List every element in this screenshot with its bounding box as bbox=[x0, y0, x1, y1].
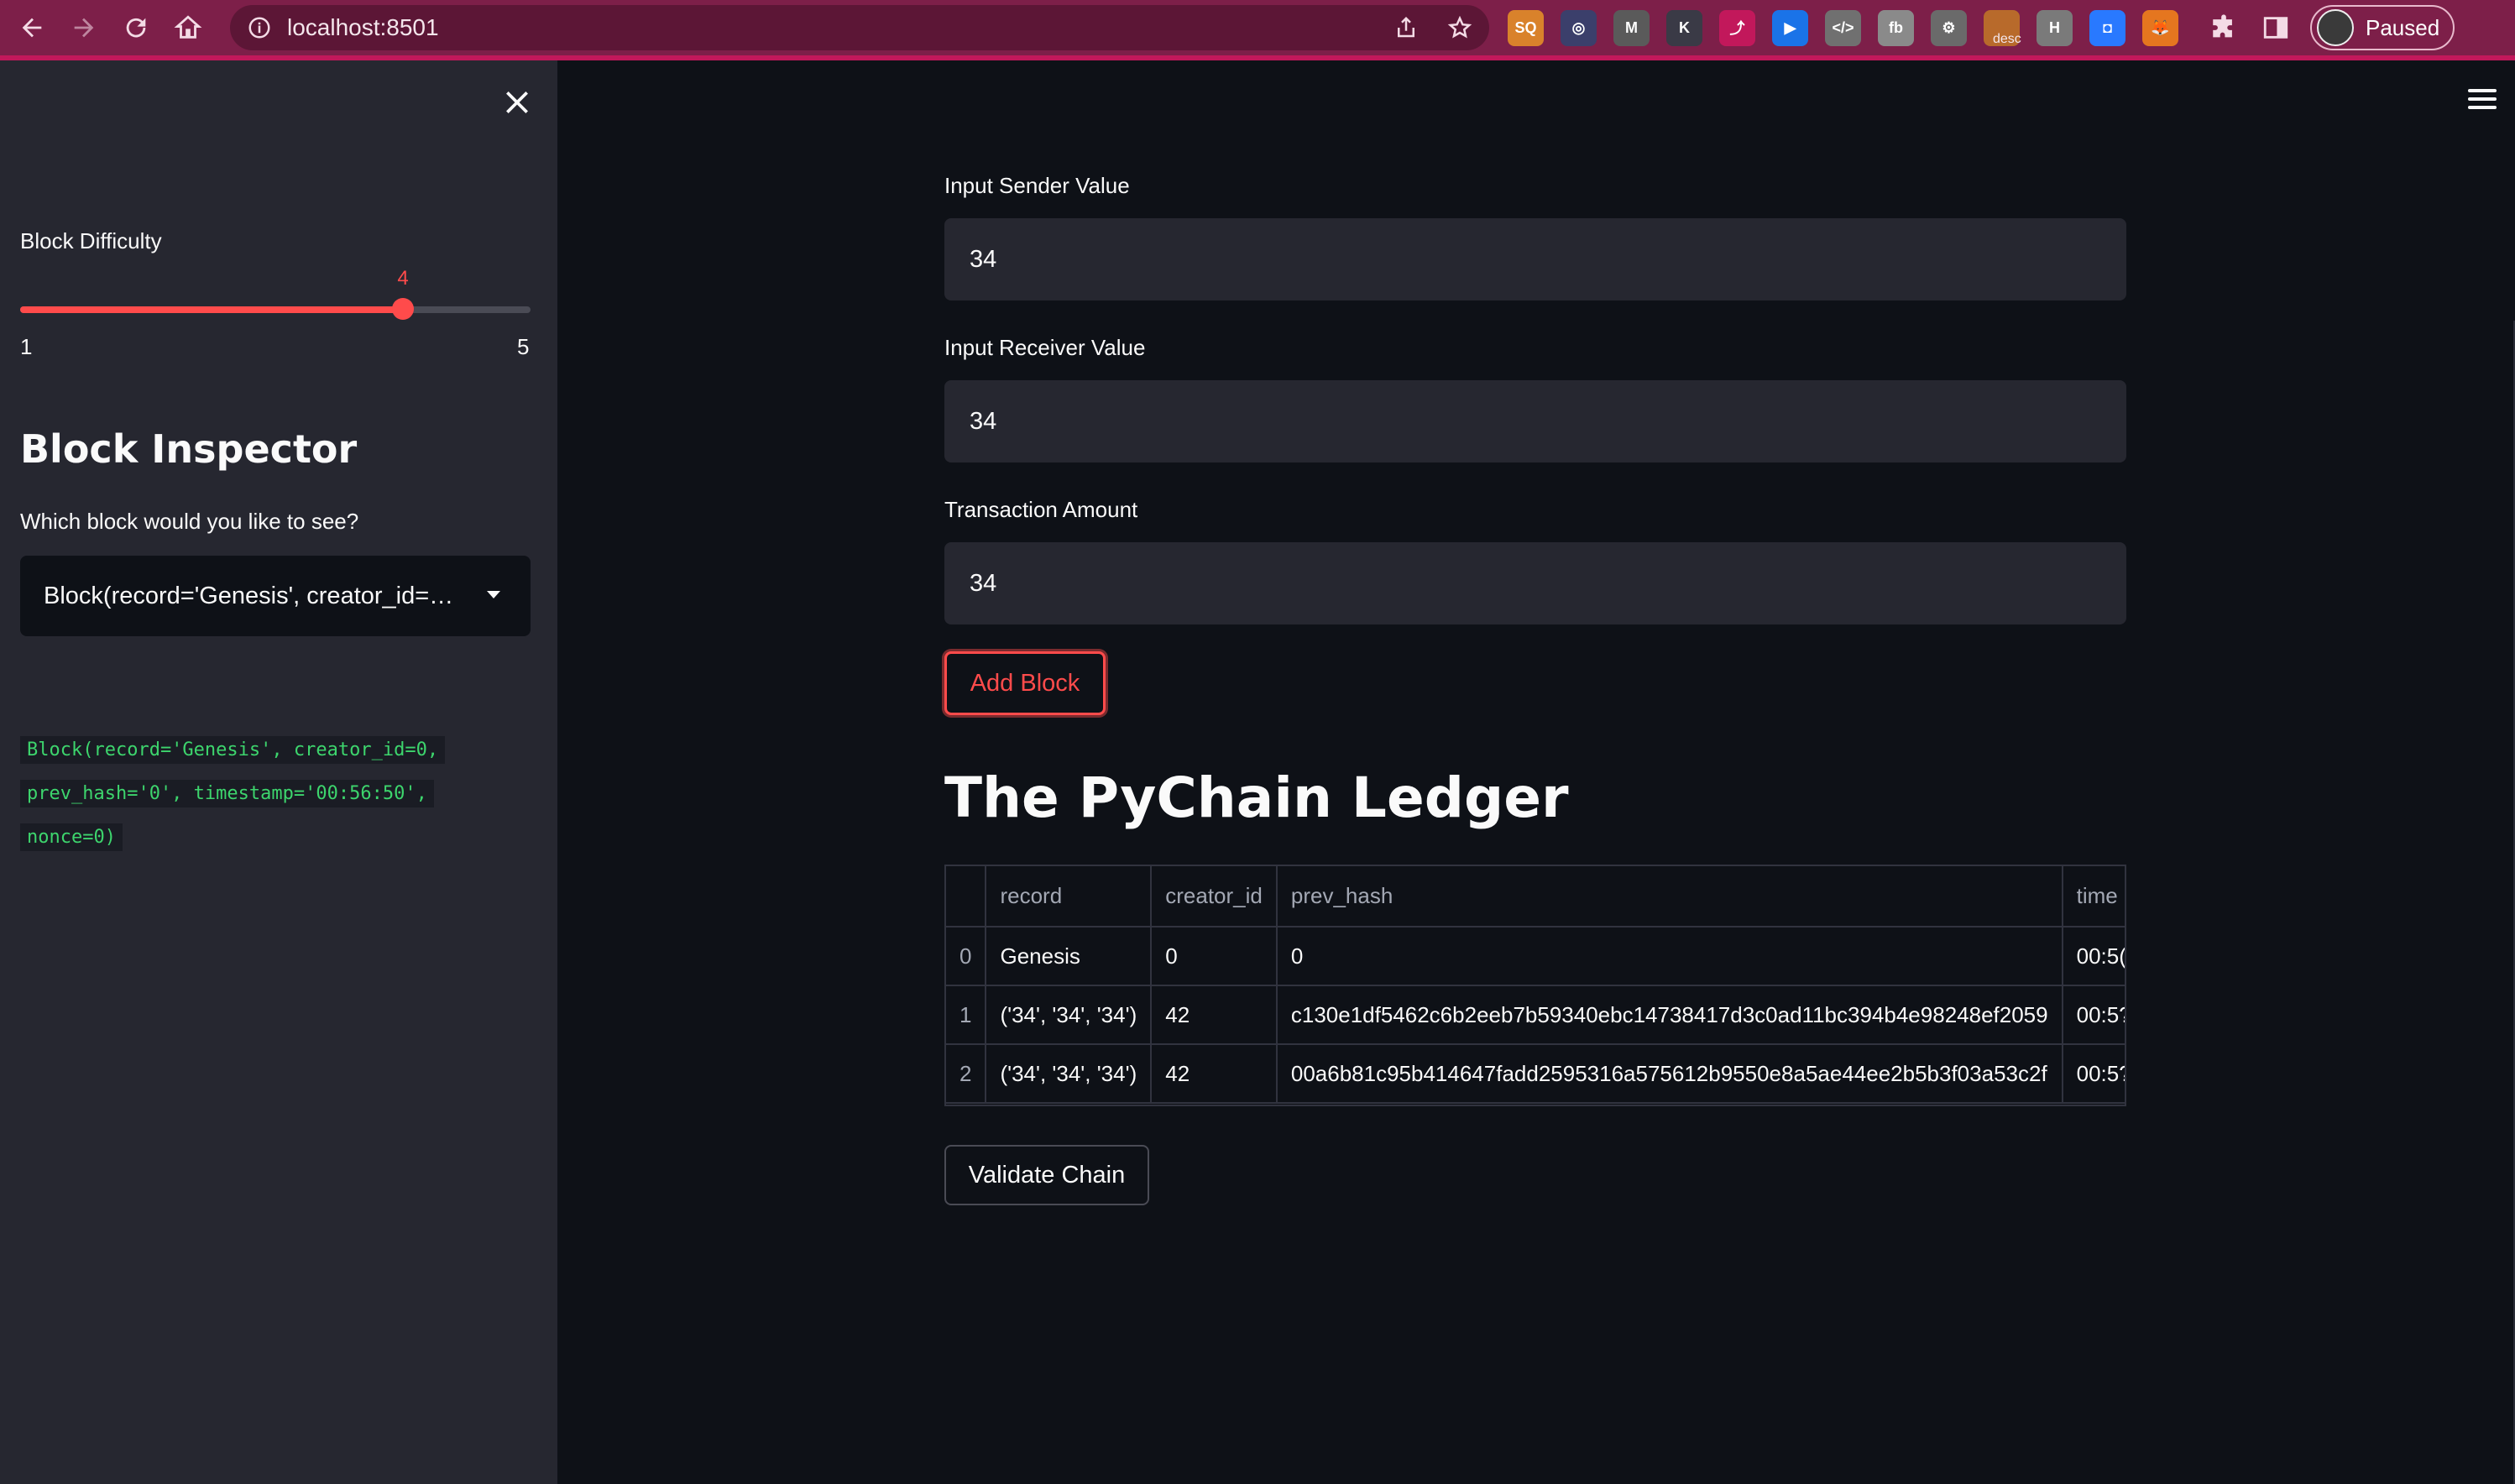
reload-icon bbox=[126, 18, 146, 38]
block-code-output: Block(record='Genesis', creator_id=0, pr… bbox=[20, 729, 524, 860]
block-select-value: Block(record='Genesis', creator_id=… bbox=[44, 582, 454, 609]
cell-prev-hash[interactable]: c130e1df5462c6b2eeb7b59340ebc14738417d3c… bbox=[1276, 985, 2063, 1045]
cell-creator-id[interactable]: 0 bbox=[1151, 927, 1278, 986]
code-line: nonce=0) bbox=[20, 823, 123, 851]
receiver-input-value: 34 bbox=[970, 407, 997, 435]
column-header-record[interactable]: record bbox=[986, 866, 1153, 928]
difficulty-slider-track[interactable] bbox=[20, 306, 531, 313]
cell-creator-id[interactable]: 42 bbox=[1151, 985, 1278, 1045]
amount-input-value: 34 bbox=[970, 569, 997, 597]
column-header-timestamp[interactable]: time bbox=[2062, 866, 2125, 928]
arrow-left-icon bbox=[22, 18, 42, 38]
validate-chain-button[interactable]: Validate Chain bbox=[944, 1145, 1149, 1205]
cell-prev-hash[interactable]: 00a6b81c95b414647fadd2595316a575612b9550… bbox=[1276, 1044, 2063, 1104]
ext-circle-icon[interactable]: ◎ bbox=[1561, 9, 1597, 46]
extension-badge-text: desc bbox=[1993, 32, 2021, 46]
amount-input[interactable]: 34 bbox=[944, 542, 2126, 624]
amount-label: Transaction Amount bbox=[944, 497, 1138, 522]
cell-timestamp[interactable]: 00:5( bbox=[2062, 927, 2125, 986]
select-label: Which block would you like to see? bbox=[20, 509, 359, 534]
ext-video-icon[interactable]: ▶ bbox=[1772, 9, 1808, 46]
row-index: 2 bbox=[946, 1044, 987, 1104]
cell-creator-id[interactable]: 42 bbox=[1151, 1044, 1278, 1104]
cell-record[interactable]: Genesis bbox=[986, 927, 1153, 986]
code-line: Block(record='Genesis', creator_id=0, bbox=[20, 736, 446, 764]
table-header-row: record creator_id prev_hash time bbox=[946, 866, 2125, 928]
ext-sq-icon[interactable]: SQ bbox=[1508, 9, 1544, 46]
block-inspector-heading: Block Inspector bbox=[20, 426, 358, 472]
chevron-down-icon[interactable] bbox=[487, 591, 500, 598]
puzzle-icon[interactable] bbox=[2209, 13, 2238, 42]
address-bar[interactable]: localhost:8501 bbox=[230, 5, 1489, 50]
block-select[interactable]: Block(record='Genesis', creator_id=… bbox=[20, 556, 531, 636]
url-text[interactable]: localhost:8501 bbox=[287, 14, 439, 41]
avatar bbox=[2317, 9, 2354, 46]
main-content: Input Sender Value 34 Input Receiver Val… bbox=[557, 60, 2515, 1484]
cell-timestamp[interactable]: 00:5? bbox=[2062, 985, 2125, 1045]
row-index: 1 bbox=[946, 985, 987, 1045]
ext-paint-icon[interactable]: ⚙ bbox=[1931, 9, 1967, 46]
ext-fb-icon[interactable]: fb bbox=[1878, 9, 1914, 46]
cell-record[interactable]: ('34', '34', '34') bbox=[986, 1044, 1153, 1104]
column-header-index bbox=[946, 866, 987, 928]
sender-input[interactable]: 34 bbox=[944, 218, 2126, 300]
star-icon[interactable] bbox=[1447, 15, 1472, 40]
extensions-toolbar: SQ ◎ M K ⤴ ▶ </> fb ⚙ H ◘ 🦊 bbox=[1508, 8, 2178, 47]
arrow-right-icon bbox=[74, 18, 94, 38]
share-icon[interactable] bbox=[1393, 15, 1419, 40]
difficulty-label: Block Difficulty bbox=[20, 228, 162, 253]
receiver-input[interactable]: 34 bbox=[944, 380, 2126, 462]
column-header-creator-id[interactable]: creator_id bbox=[1151, 866, 1278, 928]
slider-thumb[interactable] bbox=[392, 298, 414, 320]
ext-k-icon[interactable]: K bbox=[1666, 9, 1702, 46]
slider-min-label: 1 bbox=[20, 334, 33, 359]
receiver-label: Input Receiver Value bbox=[944, 335, 1146, 360]
ext-hs-icon[interactable]: H bbox=[2037, 9, 2073, 46]
close-icon[interactable] bbox=[500, 86, 534, 119]
ext-fox-icon[interactable]: 🦊 bbox=[2142, 9, 2178, 46]
ledger-table[interactable]: record creator_id prev_hash time 0 Genes… bbox=[944, 865, 2126, 1106]
menu-icon[interactable] bbox=[2468, 89, 2497, 111]
slider-max-label: 5 bbox=[517, 334, 530, 359]
sender-input-value: 34 bbox=[970, 245, 997, 273]
profile-status: Paused bbox=[2366, 14, 2440, 40]
column-header-prev-hash[interactable]: prev_hash bbox=[1276, 866, 2063, 928]
ext-m-icon[interactable]: M bbox=[1613, 9, 1650, 46]
table-row: 2 ('34', '34', '34') 42 00a6b81c95b41464… bbox=[946, 1044, 2125, 1104]
ext-blue-icon[interactable]: ◘ bbox=[2089, 9, 2125, 46]
ledger-title: The PyChain Ledger bbox=[944, 766, 1569, 830]
ext-cast-icon[interactable]: ⤴ bbox=[1719, 9, 1755, 46]
code-line: prev_hash='0', timestamp='00:56:50', bbox=[20, 780, 434, 807]
cell-record[interactable]: ('34', '34', '34') bbox=[986, 985, 1153, 1045]
sidebar: Block Difficulty 4 1 5 Block Inspector W… bbox=[0, 60, 557, 1484]
add-block-button[interactable]: Add Block bbox=[944, 651, 1106, 715]
cell-timestamp[interactable]: 00:5? bbox=[2062, 1044, 2125, 1104]
info-icon[interactable] bbox=[247, 15, 272, 40]
side-panel-icon[interactable] bbox=[2261, 13, 2290, 42]
cell-prev-hash[interactable]: 0 bbox=[1276, 927, 2063, 986]
back-button[interactable] bbox=[12, 8, 52, 48]
forward-button[interactable] bbox=[64, 8, 104, 48]
sender-label: Input Sender Value bbox=[944, 173, 1130, 198]
slider-fill bbox=[20, 306, 403, 313]
row-index: 0 bbox=[946, 927, 987, 986]
table-row: 1 ('34', '34', '34') 42 c130e1df5462c6b2… bbox=[946, 985, 2125, 1045]
browser-toolbar: localhost:8501 SQ ◎ M K ⤴ ▶ </> fb ⚙ H ◘ 🦊 desc Pau… bbox=[0, 0, 2515, 60]
slider-value: 4 bbox=[397, 267, 409, 290]
reload-button[interactable] bbox=[116, 8, 156, 48]
home-button[interactable] bbox=[168, 8, 208, 48]
ext-code-icon[interactable]: </> bbox=[1825, 9, 1861, 46]
table-row: 0 Genesis 0 0 00:5( bbox=[946, 927, 2125, 986]
home-icon bbox=[174, 15, 202, 39]
profile-button[interactable]: Paused bbox=[2310, 5, 2455, 50]
